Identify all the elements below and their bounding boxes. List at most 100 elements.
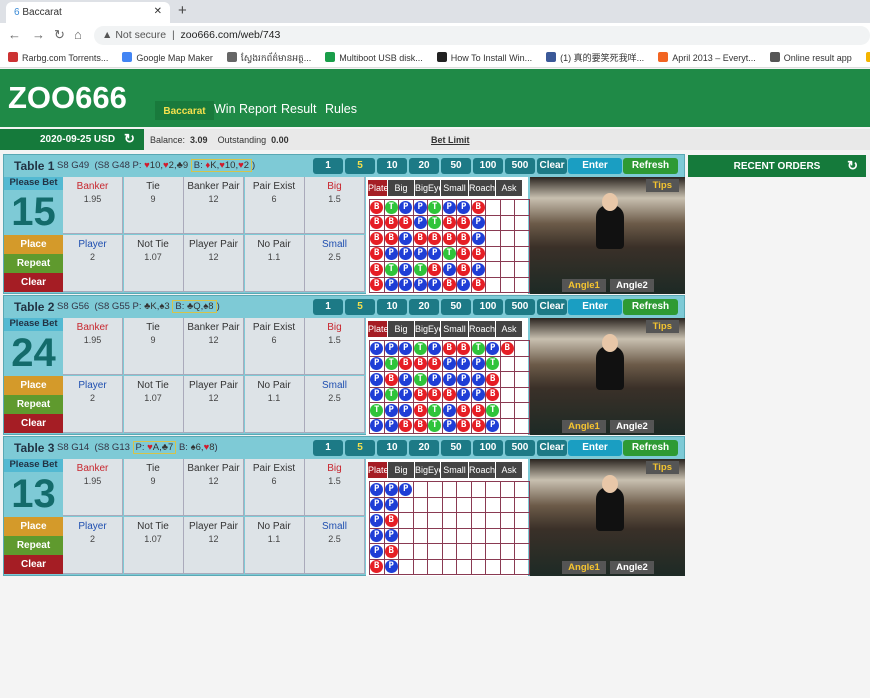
angle1-button[interactable]: Angle1 [562,420,606,433]
tips-button[interactable]: Tips [645,461,679,474]
refresh-button[interactable]: Refresh [623,299,678,315]
enter-button[interactable]: Enter [568,440,622,456]
chip-5-button[interactable]: 5 [345,299,375,315]
chip-100-button[interactable]: 100 [473,440,503,456]
bookmark-item[interactable]: How To Install Win... [436,52,532,63]
repeat-button[interactable]: Repeat [4,395,63,414]
refresh-icon[interactable]: ↻ [124,131,135,147]
home-icon[interactable]: ⌂ [74,27,82,42]
chip-500-button[interactable]: 500 [505,440,535,456]
road-tab-small[interactable]: Small [441,321,468,337]
bet-cell-no-pair[interactable]: No Pair 1.1 [244,376,305,433]
bet-cell-small[interactable]: Small 2.5 [305,235,365,292]
bet-cell-player[interactable]: Player 2 [63,376,123,433]
repeat-button[interactable]: Repeat [4,254,63,273]
refresh-button[interactable]: Refresh [623,158,678,174]
bookmark-item[interactable]: Google Map Maker [122,52,213,63]
road-tab-bigeye[interactable]: BigEye [415,462,444,478]
enter-button[interactable]: Enter [568,299,622,315]
live-video[interactable]: Tips Angle1 Angle2 [530,318,685,435]
live-video[interactable]: Tips Angle1 Angle2 [530,177,685,294]
road-tab-roach[interactable]: Roach [469,180,495,196]
chip-50-button[interactable]: 50 [441,158,471,174]
road-tab-big[interactable]: Big [388,462,414,478]
bet-cell-tie[interactable]: Tie 9 [123,177,184,234]
menu-win-report[interactable]: Win Report [211,101,280,117]
clear-chips-button[interactable]: Clear [537,299,567,315]
bookmark-item[interactable]: Rarbg.com Torrents... [8,52,108,63]
bet-cell-pair-exist[interactable]: Pair Exist 6 [244,459,305,516]
browser-tab[interactable]: 6 Baccarat ✕ [6,2,170,23]
bet-cell-player-pair[interactable]: Player Pair 12 [184,376,244,433]
forward-icon[interactable]: → [32,27,45,42]
road-tab-small[interactable]: Small [441,180,468,196]
bet-cell-banker[interactable]: Banker 1.95 [63,177,123,234]
refresh-button[interactable]: Refresh [623,440,678,456]
bet-cell-small[interactable]: Small 2.5 [305,517,365,574]
live-video[interactable]: Tips Angle1 Angle2 [530,459,685,576]
bet-cell-no-pair[interactable]: No Pair 1.1 [244,517,305,574]
bet-cell-small[interactable]: Small 2.5 [305,376,365,433]
chip-100-button[interactable]: 100 [473,299,503,315]
bookmark-item[interactable]: Online result app [769,52,852,63]
new-tab-icon[interactable]: + [178,2,187,19]
angle2-button[interactable]: Angle2 [610,420,654,433]
road-tab-plate[interactable]: Plate [368,462,389,478]
chip-10-button[interactable]: 10 [377,158,407,174]
road-tab-big[interactable]: Big [388,180,414,196]
bet-cell-player[interactable]: Player 2 [63,517,123,574]
road-tab-plate[interactable]: Plate [368,321,389,337]
chip-1-button[interactable]: 1 [313,158,343,174]
bet-cell-not-tie[interactable]: Not Tie 1.07 [123,235,184,292]
url-input[interactable]: ▲ Not secure | zoo666.com/web/743 [94,26,870,45]
road-tab-ask[interactable]: Ask [496,180,522,196]
repeat-button[interactable]: Repeat [4,536,63,555]
angle1-button[interactable]: Angle1 [562,561,606,574]
bet-cell-no-pair[interactable]: No Pair 1.1 [244,235,305,292]
road-tab-roach[interactable]: Roach [469,462,495,478]
chip-50-button[interactable]: 50 [441,299,471,315]
bookmark-item[interactable]: Multiboot USB disk... [325,52,423,63]
reload-icon[interactable]: ↻ [54,27,65,43]
chip-50-button[interactable]: 50 [441,440,471,456]
bet-cell-tie[interactable]: Tie 9 [123,459,184,516]
bookmark-item[interactable]: April 2013 – Everyt... [658,52,756,63]
clear-chips-button[interactable]: Clear [537,158,567,174]
clear-bet-button[interactable]: Clear [4,414,63,433]
menu-rules[interactable]: Rules [322,101,360,117]
bet-cell-player-pair[interactable]: Player Pair 12 [184,517,244,574]
place-button[interactable]: Place [4,235,63,254]
bet-limit-link[interactable]: Bet Limit [431,135,470,145]
bet-cell-not-tie[interactable]: Not Tie 1.07 [123,517,184,574]
bookmark-item[interactable]: (1) 真的要笑死我咩... [546,52,644,63]
chip-500-button[interactable]: 500 [505,299,535,315]
bet-cell-banker[interactable]: Banker 1.95 [63,318,123,375]
bet-cell-player-pair[interactable]: Player Pair 12 [184,235,244,292]
refresh-orders-icon[interactable]: ↻ [847,158,858,174]
road-tab-ask[interactable]: Ask [496,462,522,478]
chip-20-button[interactable]: 20 [409,158,439,174]
bet-cell-player[interactable]: Player 2 [63,235,123,292]
road-tab-small[interactable]: Small [441,462,468,478]
bet-cell-pair-exist[interactable]: Pair Exist 6 [244,318,305,375]
clear-bet-button[interactable]: Clear [4,273,63,292]
angle2-button[interactable]: Angle2 [610,279,654,292]
chip-10-button[interactable]: 10 [377,440,407,456]
angle1-button[interactable]: Angle1 [562,279,606,292]
chip-20-button[interactable]: 20 [409,440,439,456]
road-tab-big[interactable]: Big [388,321,414,337]
bookmark-item[interactable]: FiberS [865,52,870,63]
road-tab-plate[interactable]: Plate [368,180,389,196]
enter-button[interactable]: Enter [568,158,622,174]
bet-cell-big[interactable]: Big 1.5 [305,177,365,234]
menu-result[interactable]: Result [278,101,319,117]
close-tab-icon[interactable]: ✕ [154,6,162,17]
bookmark-item[interactable]: ស្វែងរកព័ត៌មានអត្ថ... [226,52,311,63]
bet-cell-banker-pair[interactable]: Banker Pair 12 [184,459,244,516]
bet-cell-pair-exist[interactable]: Pair Exist 6 [244,177,305,234]
chip-100-button[interactable]: 100 [473,158,503,174]
bet-cell-banker-pair[interactable]: Banker Pair 12 [184,318,244,375]
bet-cell-banker-pair[interactable]: Banker Pair 12 [184,177,244,234]
chip-1-button[interactable]: 1 [313,440,343,456]
clear-bet-button[interactable]: Clear [4,555,63,574]
